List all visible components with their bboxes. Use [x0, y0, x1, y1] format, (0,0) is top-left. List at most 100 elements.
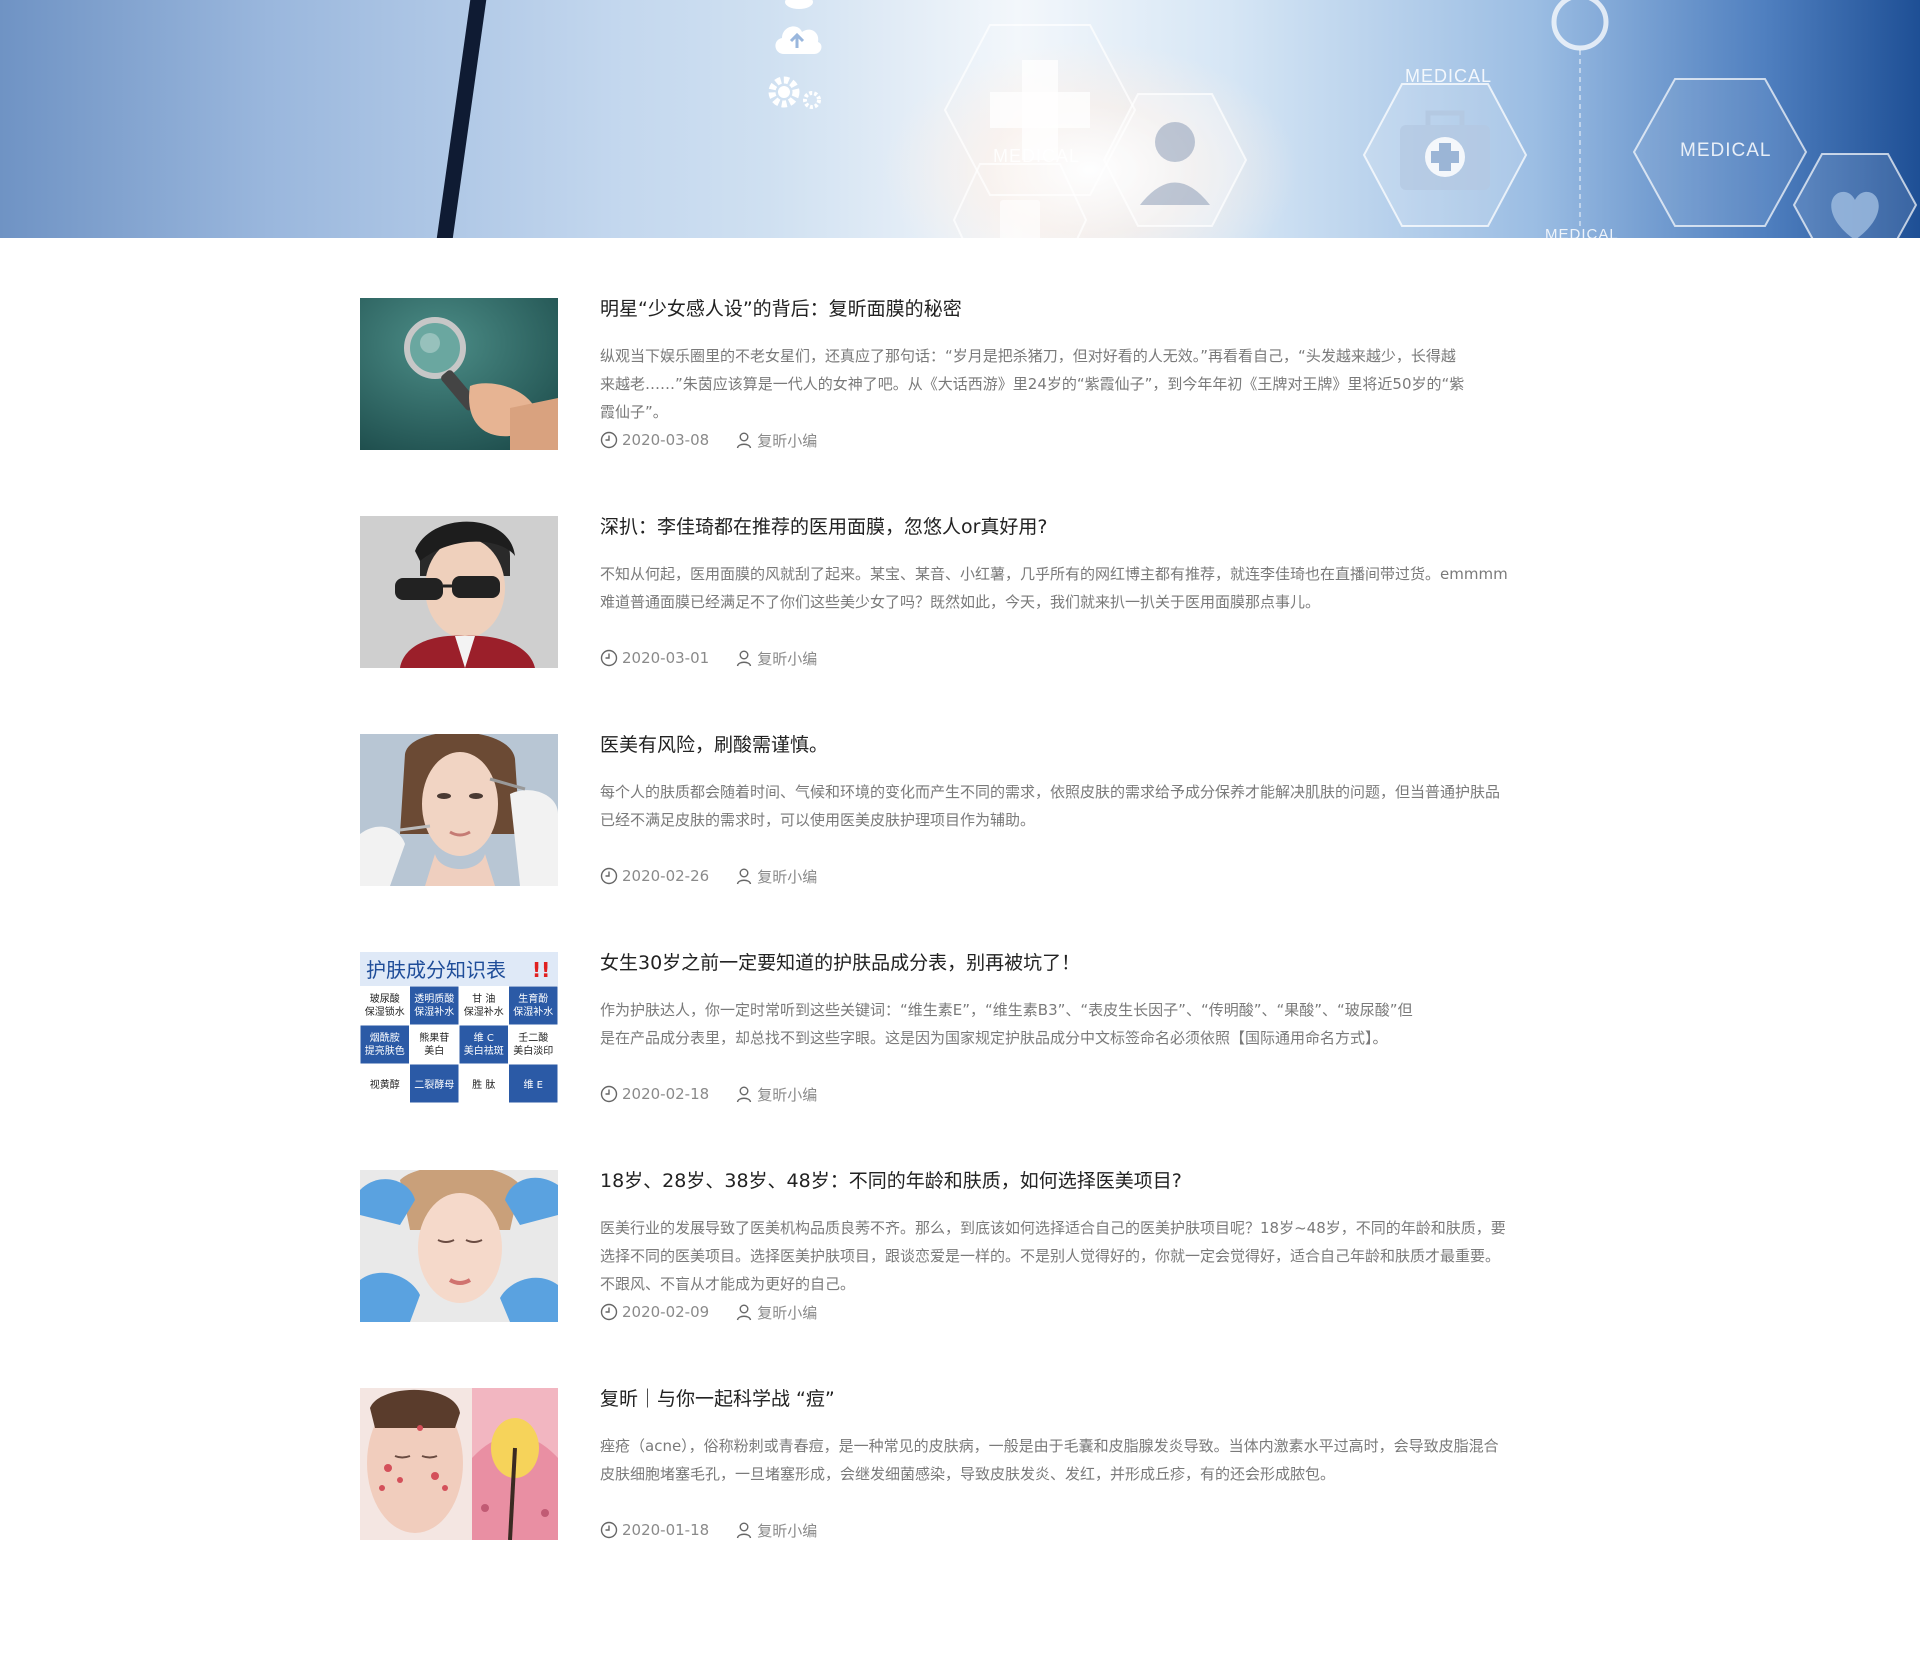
- ingredient-cell: [509, 1025, 558, 1064]
- article-date: 2020-01-18: [622, 1521, 710, 1539]
- summary-line: 难道普通面膜已经满足不了你们这些美少女了吗？既然如此，今天，我们就来扒一扒关于医…: [600, 593, 1321, 611]
- article-thumbnail[interactable]: [360, 1388, 558, 1540]
- clock-icon: [600, 867, 618, 885]
- article-meta: 2020-02-09 复昕小编: [600, 1303, 818, 1322]
- ingredient-cell: [360, 986, 409, 1025]
- ingredient-label: 保湿锁水: [365, 1005, 405, 1018]
- article-author: 复昕小编: [757, 649, 818, 668]
- article-summary: 作为护肤达人，你一定时常听到这些关键词：“维生素E”，“维生素B3”、“表皮生长…: [600, 996, 1570, 1052]
- article-thumbnail[interactable]: 护肤成分知识表 !! 玻尿酸 保湿锁水 透明质酸 保湿补水甘 油保湿补水 生育酚 保湿补水…: [360, 952, 558, 1104]
- user-icon: [736, 1086, 752, 1103]
- article-title[interactable]: 深扒：李佳琦都在推荐的医用面膜，忽悠人or真好用?: [600, 516, 1048, 538]
- summary-line: 医美行业的发展导致了医美机构品质良莠不齐。那么，到底该如何选择适合自己的医美护肤…: [600, 1219, 1506, 1237]
- ingredient-label: 美白祛斑: [464, 1044, 504, 1057]
- ingredient-cell: [509, 986, 558, 1025]
- article-item[interactable]: 护肤成分知识表 !! 玻尿酸 保湿锁水 透明质酸 保湿补水甘 油保湿补水 生育酚 保湿补水…: [360, 952, 1570, 1104]
- cloud-icon: [785, 0, 813, 9]
- hero-banner: MEDICAL MEDICAL MEDICAL MEDICAL: [0, 0, 1920, 238]
- ingredient-label: 胜 肽: [472, 1078, 495, 1091]
- medical-label: MEDICAL: [1680, 140, 1772, 161]
- user-icon: [736, 1522, 752, 1539]
- article-meta: 2020-03-01 复昕小编: [600, 649, 818, 668]
- ingredient-label: 壬二酸: [518, 1031, 548, 1044]
- article-item[interactable]: 医美有风险，刷酸需谨慎。 每个人的肤质都会随着时间、气候和环境的变化而产生不同的…: [360, 734, 1570, 886]
- summary-line: 痤疮（acne），俗称粉刺或青春痘，是一种常见的皮肤病，一般是由于毛囊和皮脂腺发…: [600, 1437, 1499, 1455]
- ingredients-table-graphic: 护肤成分知识表 !! 玻尿酸保湿锁水透明质酸保湿补水甘 油保湿补水生育酚保湿补水…: [360, 952, 558, 1104]
- article-date: 2020-03-08: [622, 431, 710, 449]
- article-author: 复昕小编: [757, 1303, 818, 1322]
- ingredient-label: 维 E: [524, 1078, 544, 1091]
- ingredient-label: 美白淡印: [513, 1044, 553, 1057]
- exclaim-mark: !!: [532, 958, 550, 982]
- article-meta: 2020-01-18 复昕小编: [600, 1521, 818, 1540]
- ingredient-label: 提亮肤色: [365, 1044, 405, 1057]
- summary-line: 是在产品成分表里，却总找不到这些字眼。这是因为国家规定护肤品成分中文标签命名必须…: [600, 1029, 1388, 1047]
- magnifying-glass-photo: [360, 298, 558, 450]
- summary-line: 选择不同的医美项目。选择医美护肤项目，跟谈恋爱是一样的。不是别人觉得好的，你就一…: [600, 1247, 1501, 1265]
- article-item[interactable]: 18岁、28岁、38岁、48岁：不同的年龄和肤质，如何选择医美项目? 医美行业的…: [360, 1170, 1570, 1322]
- ingredient-cell: [410, 1025, 459, 1064]
- medical-label: MEDICAL: [1405, 66, 1493, 86]
- article-title[interactable]: 明星“少女感人设”的背后：复昕面膜的秘密: [600, 298, 962, 320]
- clock-icon: [600, 431, 618, 449]
- woman-injection-photo: [360, 734, 558, 886]
- article-thumbnail[interactable]: [360, 1170, 558, 1322]
- ingredient-label: 视黄醇: [370, 1078, 400, 1091]
- article-summary: 医美行业的发展导致了医美机构品质良莠不齐。那么，到底该如何选择适合自己的医美护肤…: [600, 1214, 1570, 1298]
- clock-icon: [600, 1303, 618, 1321]
- article-author: 复昕小编: [757, 867, 818, 886]
- article-thumbnail[interactable]: [360, 298, 558, 450]
- article-thumbnail[interactable]: [360, 516, 558, 668]
- ingredient-label: 美白: [424, 1044, 444, 1057]
- article-author: 复昕小编: [757, 431, 818, 450]
- cloud-upload-icon: [775, 26, 822, 54]
- tie-stripe: [430, 0, 490, 238]
- ingredient-cell: [410, 986, 459, 1025]
- ingredient-label: 二裂酵母: [414, 1078, 454, 1091]
- clock-icon: [600, 1085, 618, 1103]
- connector-line: [1579, 50, 1581, 230]
- summary-line: 每个人的肤质都会随着时间、气候和环境的变化而产生不同的需求，依照皮肤的需求给予成…: [600, 783, 1501, 801]
- user-icon: [736, 1304, 752, 1321]
- article-thumbnail[interactable]: [360, 734, 558, 886]
- article-title[interactable]: 医美有风险，刷酸需谨慎。: [600, 734, 828, 756]
- article-item[interactable]: 明星“少女感人设”的背后：复昕面膜的秘密 纵观当下娱乐圈里的不老女星们，还真应了…: [360, 298, 1570, 450]
- ingredient-label: 甘 油: [472, 992, 495, 1005]
- article-title[interactable]: 复昕｜与你一起科学战 “痘”: [600, 1388, 835, 1410]
- summary-line: 纵观当下娱乐圈里的不老女星们，还真应了那句话：“岁月是把杀猪刀，但对好看的人无效…: [600, 347, 1456, 365]
- article-meta: 2020-02-18 复昕小编: [600, 1085, 818, 1104]
- table-header: 护肤成分知识表: [366, 958, 506, 982]
- article-author: 复昕小编: [757, 1521, 818, 1540]
- article-item[interactable]: 复昕｜与你一起科学战 “痘” 痤疮（acne），俗称粉刺或青春痘，是一种常见的皮…: [360, 1388, 1570, 1540]
- ingredient-label: 生育酚: [518, 992, 548, 1005]
- article-author: 复昕小编: [757, 1085, 818, 1104]
- article-summary: 纵观当下娱乐圈里的不老女星们，还真应了那句话：“岁月是把杀猪刀，但对好看的人无效…: [600, 342, 1570, 426]
- summary-line: 来越老……”朱茵应该算是一代人的女神了吧。从《大话西游》里24岁的“紫霞仙子”，…: [600, 375, 1465, 393]
- ingredient-cell: [459, 1025, 508, 1064]
- clock-icon: [600, 649, 618, 667]
- summary-line: 已经不满足皮肤的需求时，可以使用医美皮肤护理项目作为辅助。: [600, 811, 1036, 829]
- article-item[interactable]: 深扒：李佳琦都在推荐的医用面膜，忽悠人or真好用? 不知从何起，医用面膜的风就刮…: [360, 516, 1570, 668]
- medical-label: MEDICAL: [993, 146, 1081, 166]
- article-date: 2020-02-26: [622, 867, 710, 885]
- ingredient-label: 玻尿酸: [370, 992, 400, 1005]
- summary-line: 作为护肤达人，你一定时常听到这些关键词：“维生素E”，“维生素B3”、“表皮生长…: [600, 1001, 1413, 1019]
- ingredient-label: 保湿补水: [513, 1005, 553, 1018]
- acne-illustration: [360, 1388, 558, 1540]
- article-date: 2020-03-01: [622, 649, 710, 667]
- article-summary: 每个人的肤质都会随着时间、气候和环境的变化而产生不同的需求，依照皮肤的需求给予成…: [600, 778, 1570, 834]
- clipboard-icon: [952, 163, 1088, 238]
- article-title[interactable]: 女生30岁之前一定要知道的护肤品成分表，别再被坑了！: [600, 952, 1080, 974]
- ingredient-cell: [459, 986, 508, 1025]
- summary-line: 皮肤细胞堵塞毛孔，一旦堵塞形成，会继发细菌感染，导致皮肤发炎、发红，并形成丘疹，…: [600, 1465, 1336, 1483]
- doctor-icon: [1102, 93, 1248, 227]
- user-icon: [736, 432, 752, 449]
- ingredient-label: 透明质酸: [414, 992, 454, 1005]
- facial-treatment-photo: [360, 1170, 558, 1322]
- article-title[interactable]: 18岁、28岁、38岁、48岁：不同的年龄和肤质，如何选择医美项目?: [600, 1170, 1182, 1192]
- article-meta: 2020-02-26 复昕小编: [600, 867, 818, 886]
- heart-icon: [1792, 153, 1918, 238]
- user-icon: [736, 650, 752, 667]
- ingredient-label: 保湿补水: [414, 1005, 454, 1018]
- ingredient-label: 保湿补水: [464, 1005, 504, 1018]
